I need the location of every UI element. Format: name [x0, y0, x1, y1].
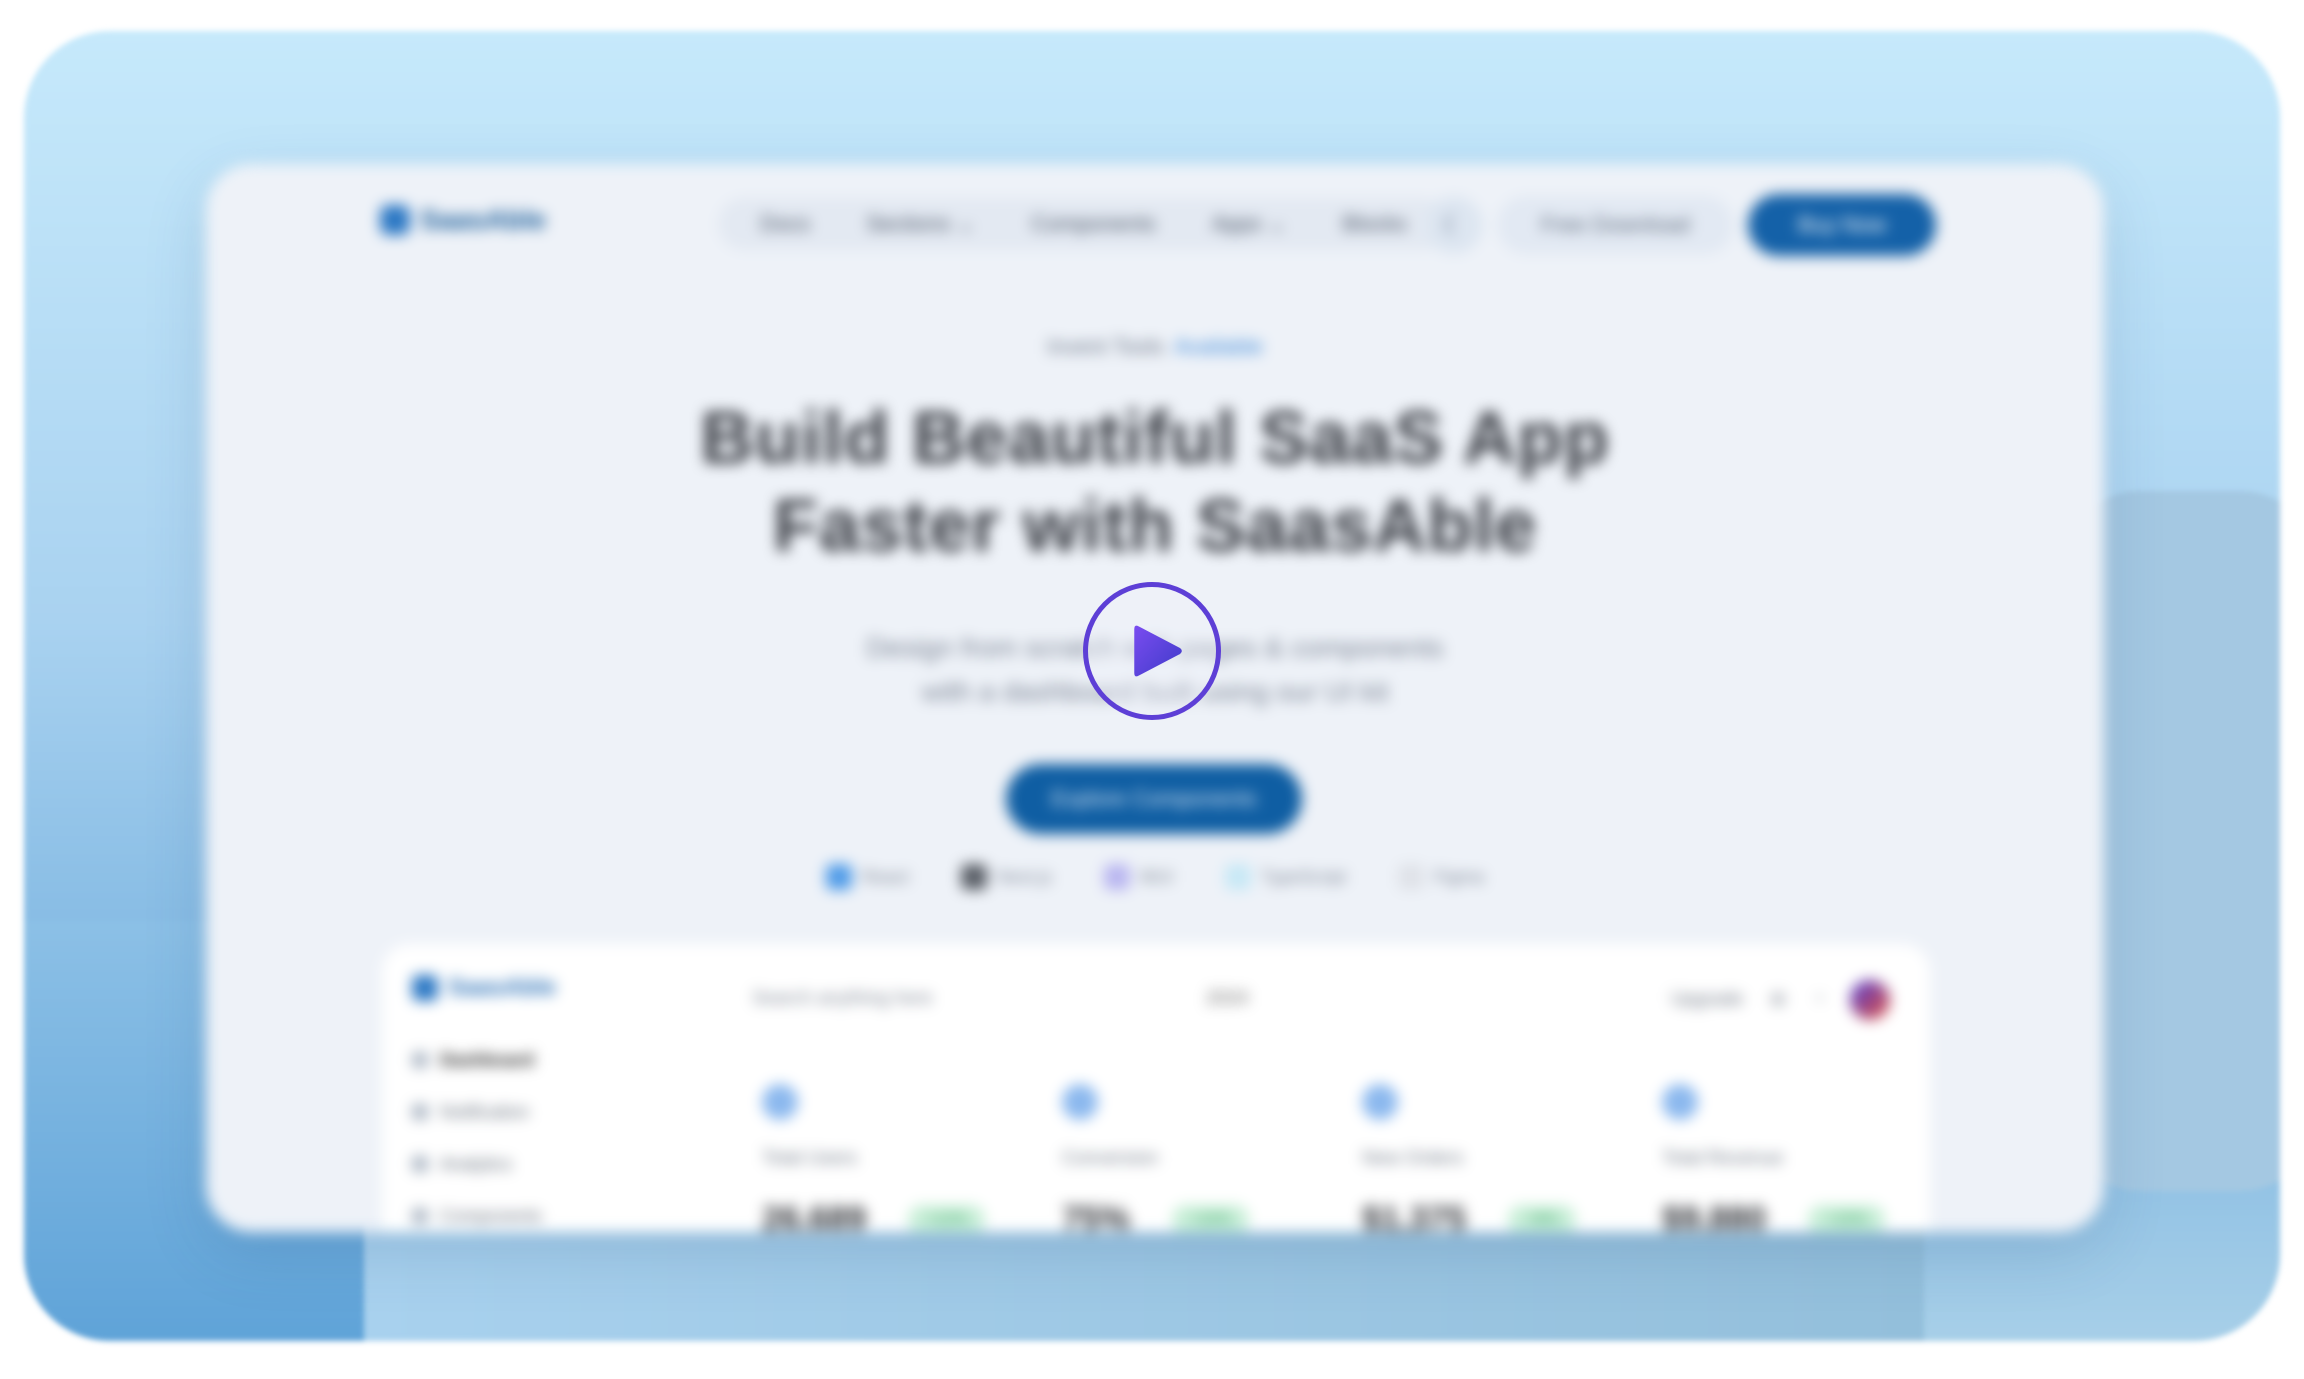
top-nav: SaasAble Docs Sections ⌄ Components Apps ⌄… [206, 164, 2104, 280]
dashboard-logo: SaasAble [412, 974, 556, 1002]
stat-delta: +12% [908, 1204, 986, 1232]
nav-item-label: Components [1030, 211, 1156, 236]
bell-icon [412, 1104, 428, 1120]
mui-icon [1103, 864, 1130, 890]
revenue-icon [1662, 1084, 1698, 1120]
stat-label: Total Revenue [1662, 1148, 1784, 1169]
hero-headline: Build Beautiful SaaS App Faster with Saa… [206, 394, 2104, 570]
headline-line-1: Build Beautiful SaaS App [700, 396, 1610, 479]
nav-item-docs[interactable]: Docs [732, 211, 838, 237]
free-download-button[interactable]: Free Download [1496, 196, 1734, 254]
sidebar-item-label: Dashboard [440, 1049, 535, 1070]
moon-icon[interactable]: ☾ [1424, 196, 1483, 254]
tech-item: React [825, 864, 909, 890]
figma-icon [1398, 864, 1425, 890]
nextjs-icon [960, 864, 987, 890]
dashboard-actions: Upgrade ⚙ ◔ [1671, 980, 1890, 1020]
dashboard-brand: SaasAble [448, 974, 557, 1001]
nav-actions: ☾ Free Download Buy Now [1424, 194, 1936, 256]
stat-card: Total Users 26,689 +12% [762, 1084, 1062, 1232]
stat-card: New Orders $1,375 +8% [1362, 1084, 1662, 1232]
tech-label: TypeScript [1260, 866, 1347, 887]
chevron-down-icon: ⌄ [1267, 211, 1287, 236]
year-selector[interactable]: 2024 [1206, 988, 1248, 1010]
grid-icon [412, 1208, 428, 1224]
sidebar-item-label: Analytics [440, 1153, 513, 1174]
stat-delta: +8% [1508, 1204, 1577, 1232]
chevron-down-icon: ⌄ [956, 211, 975, 236]
typescript-icon [1224, 864, 1251, 890]
tech-stack: React Next.js MUI TypeScript Figma [206, 864, 2104, 890]
dashboard-preview: SaasAble Dashboard Notification Analytic… [382, 944, 1930, 1232]
nav-item-sections[interactable]: Sections ⌄ [838, 211, 1003, 237]
sidebar-item-label: Components [440, 1205, 543, 1226]
headline-line-2: Faster with SaasAble [772, 484, 1538, 567]
upgrade-button[interactable]: Upgrade [1671, 989, 1744, 1011]
buy-now-button[interactable]: Buy Now [1747, 194, 1936, 256]
nav-item-label: Sections [866, 211, 951, 236]
tech-label: Figma [1434, 866, 1485, 887]
stat-delta: +15% [1808, 1204, 1886, 1232]
play-button[interactable] [1083, 582, 1221, 720]
dashboard-sidebar: Dashboard Notification Analytics Compone… [412, 1034, 692, 1232]
tech-item: Figma [1398, 864, 1484, 890]
stat-delta: +10% [1172, 1204, 1250, 1232]
stat-cards: Total Users 26,689 +12% Conversion 75% +10… [762, 1084, 1962, 1232]
home-icon [412, 1052, 428, 1068]
dashboard-search-input[interactable]: Search anything here [752, 988, 933, 1010]
stat-label: New Orders [1362, 1148, 1464, 1169]
react-icon [825, 864, 852, 890]
nav-item-blocks[interactable]: Blocks [1314, 211, 1435, 237]
stat-value: 26,689 [762, 1200, 866, 1232]
nav-item-label: Docs [760, 211, 811, 236]
stat-value: $9,880 [1662, 1200, 1766, 1232]
chart-icon [412, 1156, 428, 1172]
logo-icon [380, 205, 410, 235]
stat-label: Total Users [762, 1148, 858, 1169]
nav-item-label: Blocks [1342, 211, 1408, 236]
nav-item-label: Apps [1211, 211, 1262, 236]
eyebrow-text: Invent Tools [1047, 334, 1165, 359]
eyebrow-tag: Available [1174, 334, 1263, 359]
stat-value: 75% [1062, 1200, 1131, 1232]
stat-label: Conversion [1062, 1148, 1159, 1169]
conversion-icon [1062, 1084, 1098, 1120]
users-icon [762, 1084, 798, 1120]
tech-item: Next.js [960, 864, 1052, 890]
tech-item: MUI [1103, 864, 1173, 890]
stat-card: Conversion 75% +10% [1062, 1084, 1362, 1232]
nav-item-components[interactable]: Components [1003, 211, 1184, 237]
sidebar-item-components[interactable]: Components [412, 1190, 692, 1232]
tech-label: Next.js [996, 866, 1052, 887]
sidebar-item-label: Notification [440, 1101, 530, 1122]
settings-icon[interactable]: ⚙ [1769, 989, 1786, 1012]
bell-icon[interactable]: ◔ [1813, 989, 1824, 1011]
tech-label: MUI [1139, 866, 1173, 887]
sidebar-item-notification[interactable]: Notification [412, 1086, 692, 1138]
avatar[interactable] [1850, 980, 1890, 1020]
play-icon [1134, 625, 1182, 677]
brand-name: SaasAble [420, 204, 547, 235]
brand-logo: SaasAble [380, 204, 546, 236]
stat-value: $1,375 [1362, 1200, 1466, 1232]
hero-cta-button[interactable]: Explore Components [1006, 764, 1302, 834]
logo-icon [412, 975, 438, 1001]
hero-eyebrow: Invent Tools Available [206, 334, 2104, 360]
sidebar-item-analytics[interactable]: Analytics [412, 1138, 692, 1190]
orders-icon [1362, 1084, 1398, 1120]
nav-menu: Docs Sections ⌄ Components Apps ⌄ Blocks [718, 198, 1450, 250]
tech-item: TypeScript [1224, 864, 1347, 890]
tech-label: React [861, 866, 909, 887]
stat-card: Total Revenue $9,880 +15% [1662, 1084, 1962, 1232]
nav-item-apps[interactable]: Apps ⌄ [1184, 211, 1315, 237]
sidebar-item-dashboard[interactable]: Dashboard [412, 1034, 692, 1086]
